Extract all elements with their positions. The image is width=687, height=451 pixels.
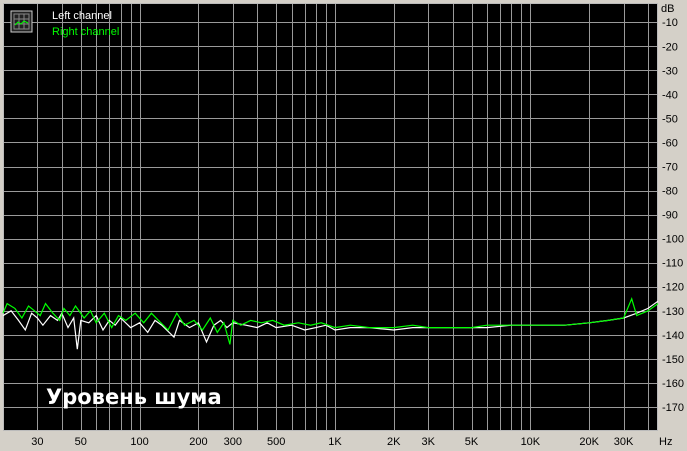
legend-icon [10,10,33,33]
x-tick-label: 30K [614,436,634,448]
x-tick-label: 5K [465,436,479,448]
y-tick-label: -40 [662,89,678,101]
x-tick-label: 10K [521,436,541,448]
y-tick-label: -170 [662,402,684,414]
y-tick-label: -150 [662,354,684,366]
x-tick-label: 20K [579,436,599,448]
x-tick-label: 50 [75,436,87,448]
chart-annotation: Уровень шума [46,385,222,409]
y-tick-label: -90 [662,210,678,222]
x-tick-label: 200 [189,436,207,448]
x-tick-label: 3K [421,436,435,448]
x-tick-label: 30 [31,436,43,448]
x-tick-label: 100 [130,436,148,448]
y-tick-label: -70 [662,162,678,174]
x-tick-label: 300 [224,436,242,448]
x-tick-label: 1K [328,436,342,448]
x-tick-label: 2K [387,436,401,448]
plot-area [3,3,658,431]
y-tick-label: -110 [662,258,683,270]
y-tick-label: -20 [662,41,678,53]
y-tick-label: -60 [662,137,678,149]
x-unit-label: Hz [659,436,672,448]
y-tick-label: -130 [662,306,684,318]
x-tick-label: 500 [267,436,285,448]
y-tick-label: -100 [662,234,684,246]
legend-right-channel: Right channel [52,26,119,38]
y-tick-label: -80 [662,186,678,198]
y-tick-label: -10 [662,17,678,29]
y-tick-label: -160 [662,378,684,390]
y-tick-label: -50 [662,113,678,125]
chart: 30 50 100 200 300 500 1K 2K 3K 5K 10K 20K 30K -10 -20… [0,0,687,451]
legend-left-channel: Left channel [52,10,112,22]
y-unit-label: dB [661,3,674,15]
y-tick-label: -140 [662,330,684,342]
y-tick-label: -120 [662,282,684,294]
y-tick-label: -30 [662,65,678,77]
